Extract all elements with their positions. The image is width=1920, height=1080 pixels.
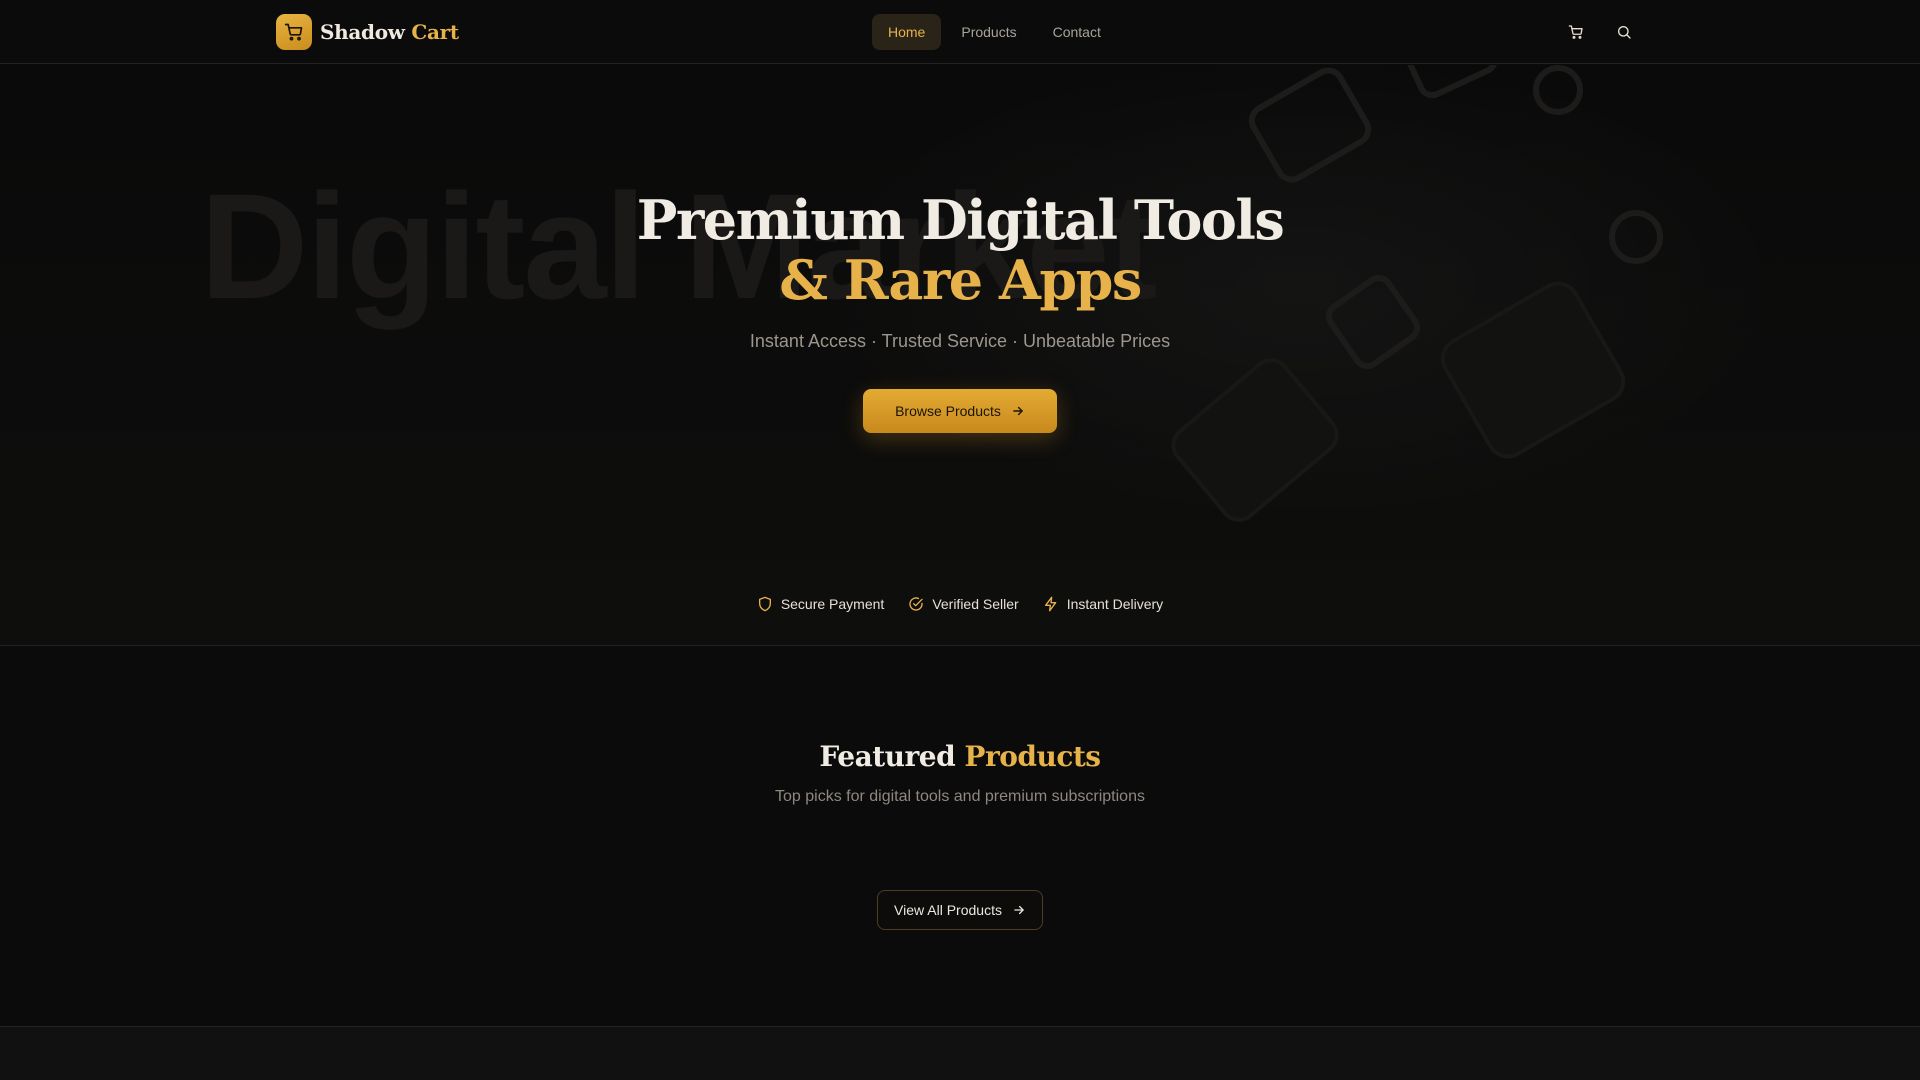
view-all-products-label: View All Products — [894, 902, 1002, 918]
featured-title-part1: Featured — [819, 740, 956, 773]
main-nav: Home Products Contact — [872, 14, 1117, 50]
nav-item-products[interactable]: Products — [945, 14, 1032, 50]
brand-logo[interactable]: Shadow Cart — [276, 14, 459, 50]
hero-subtitle: Instant Access · Trusted Service · Unbea… — [749, 331, 1171, 351]
featured-products-section: Featured Products Top picks for digital … — [0, 646, 1920, 1026]
cart-icon — [1568, 25, 1583, 39]
hero-title-line2: & Rare Apps — [779, 248, 1142, 312]
trust-badges: Secure Payment Verified Seller Instant D… — [0, 592, 1920, 616]
decorative-shapes — [1171, 65, 1663, 522]
arrow-right-icon — [1013, 406, 1023, 416]
nav-item-home[interactable]: Home — [872, 14, 942, 50]
browse-products-button[interactable]: Browse Products — [863, 389, 1057, 433]
search-button[interactable] — [1608, 16, 1640, 48]
trust-badge-instant-delivery: Instant Delivery — [1043, 592, 1163, 616]
brand-name: Shadow Cart — [320, 20, 459, 44]
check-circle-icon — [909, 597, 923, 611]
hero-title-line1: Premium Digital Tools — [636, 188, 1285, 252]
cart-logo-icon — [276, 14, 312, 50]
header-actions — [1560, 16, 1640, 48]
trust-badge-label: Instant Delivery — [1066, 596, 1164, 612]
trust-badge-verified-seller: Verified Seller — [908, 592, 1019, 616]
featured-title: Featured Products — [0, 740, 1920, 773]
brand-name-part1: Shadow — [320, 20, 405, 44]
brand-name-part2: Cart — [411, 20, 459, 44]
view-all-products-button[interactable]: View All Products — [877, 890, 1043, 930]
footer-section — [0, 1027, 1920, 1080]
lightning-icon — [1044, 596, 1057, 612]
trust-badge-label: Verified Seller — [932, 596, 1019, 612]
hero-title: Premium Digital Tools & Rare Apps — [0, 190, 1920, 310]
trust-badge-label: Secure Payment — [780, 596, 885, 612]
hero-section: Digital Market Premium Digital Tools & R… — [0, 65, 1920, 645]
arrow-right-icon — [1014, 905, 1024, 915]
featured-title-part2: Products — [964, 740, 1101, 773]
nav-item-contact[interactable]: Contact — [1037, 14, 1117, 50]
site-header: Shadow Cart Home Products Contact — [0, 0, 1920, 64]
search-icon — [1618, 26, 1631, 39]
shield-icon — [758, 596, 771, 612]
cart-button[interactable] — [1560, 16, 1592, 48]
browse-products-label: Browse Products — [895, 403, 1001, 419]
trust-badge-secure-payment: Secure Payment — [757, 592, 885, 616]
featured-subtitle: Top picks for digital tools and premium … — [775, 788, 1145, 805]
